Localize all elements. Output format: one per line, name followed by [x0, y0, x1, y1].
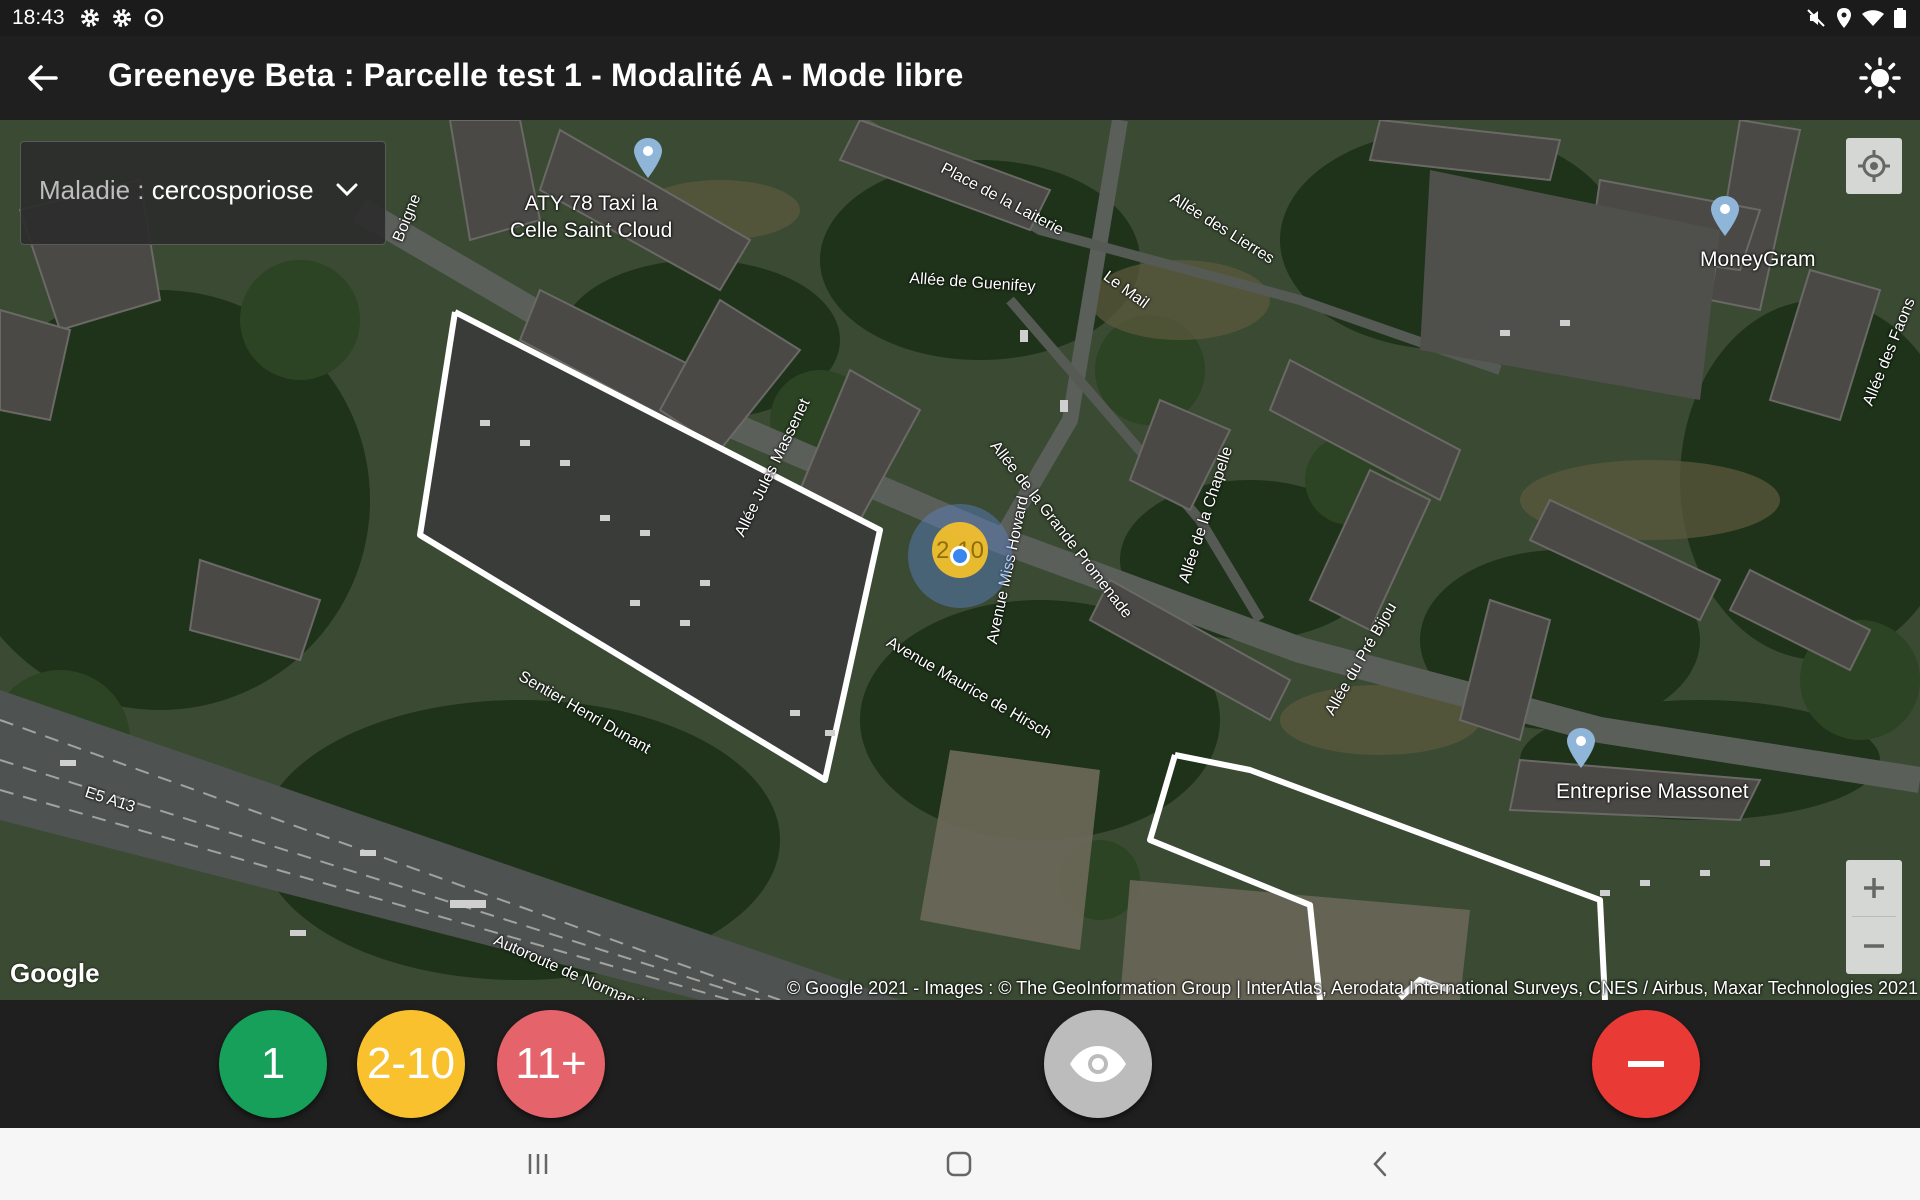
- minus-icon: [1628, 1061, 1664, 1067]
- sync-icon: [144, 8, 164, 28]
- location-icon: [1837, 8, 1851, 28]
- crosshair-icon: [1858, 150, 1890, 182]
- map-pin-icon[interactable]: [1710, 196, 1740, 236]
- current-location-dot: [950, 546, 970, 566]
- arrow-left-icon[interactable]: [22, 58, 62, 98]
- app-bar: Greeneye Beta : Parcelle test 1 - Modali…: [0, 36, 1920, 120]
- brightness-icon[interactable]: [1858, 56, 1902, 100]
- count-11-plus-button[interactable]: 11+: [497, 1010, 605, 1118]
- poi-label-aty-taxi[interactable]: ATY 78 Taxi la Celle Saint Cloud: [510, 190, 672, 244]
- count-2-10-button[interactable]: 2-10: [357, 1010, 465, 1118]
- poi-label-entreprise-massonet[interactable]: Entreprise Massonet: [1556, 778, 1749, 805]
- view-button[interactable]: [1044, 1010, 1152, 1118]
- chevron-down-icon: [336, 183, 358, 197]
- navigation-bar: [0, 1128, 1920, 1200]
- count-1-button[interactable]: 1: [219, 1010, 327, 1118]
- map-view[interactable]: ATY 78 Taxi la Celle Saint Cloud MoneyGr…: [0, 120, 1920, 1000]
- bottom-controls: 1 2-10 11+: [0, 1000, 1920, 1128]
- poi-label-moneygram[interactable]: MoneyGram: [1700, 246, 1816, 273]
- google-logo: Google: [10, 958, 100, 988]
- eye-icon: [1070, 1046, 1126, 1082]
- zoom-in-button[interactable]: [1846, 860, 1902, 916]
- disease-select-label: Maladie : cercosporiose: [39, 175, 314, 205]
- disease-select[interactable]: Maladie : cercosporiose: [20, 141, 386, 245]
- recent-apps-icon[interactable]: [514, 1140, 562, 1188]
- battery-icon: [1894, 8, 1906, 28]
- observation-marker[interactable]: 2-10: [908, 504, 1012, 608]
- map-pin-icon[interactable]: [633, 138, 663, 178]
- gear-icon: [113, 9, 131, 27]
- back-icon[interactable]: [1356, 1140, 1404, 1188]
- zoom-controls: [1846, 860, 1902, 974]
- home-icon[interactable]: [935, 1140, 983, 1188]
- gear-icon: [81, 9, 99, 27]
- zoom-out-button[interactable]: [1846, 918, 1902, 974]
- map-attribution: © Google 2021 - Images : © The GeoInform…: [786, 978, 1918, 998]
- mute-icon: [1807, 9, 1825, 27]
- disease-select-value: cercosporiose: [151, 175, 314, 205]
- wifi-icon: [1862, 10, 1884, 26]
- my-location-button[interactable]: [1846, 138, 1902, 194]
- remove-button[interactable]: [1592, 1010, 1700, 1118]
- page-title: Greeneye Beta : Parcelle test 1 - Modali…: [108, 57, 964, 93]
- map-pin-icon[interactable]: [1566, 728, 1596, 768]
- status-time: 18:43: [12, 6, 65, 29]
- status-bar: 18:43: [0, 0, 1920, 36]
